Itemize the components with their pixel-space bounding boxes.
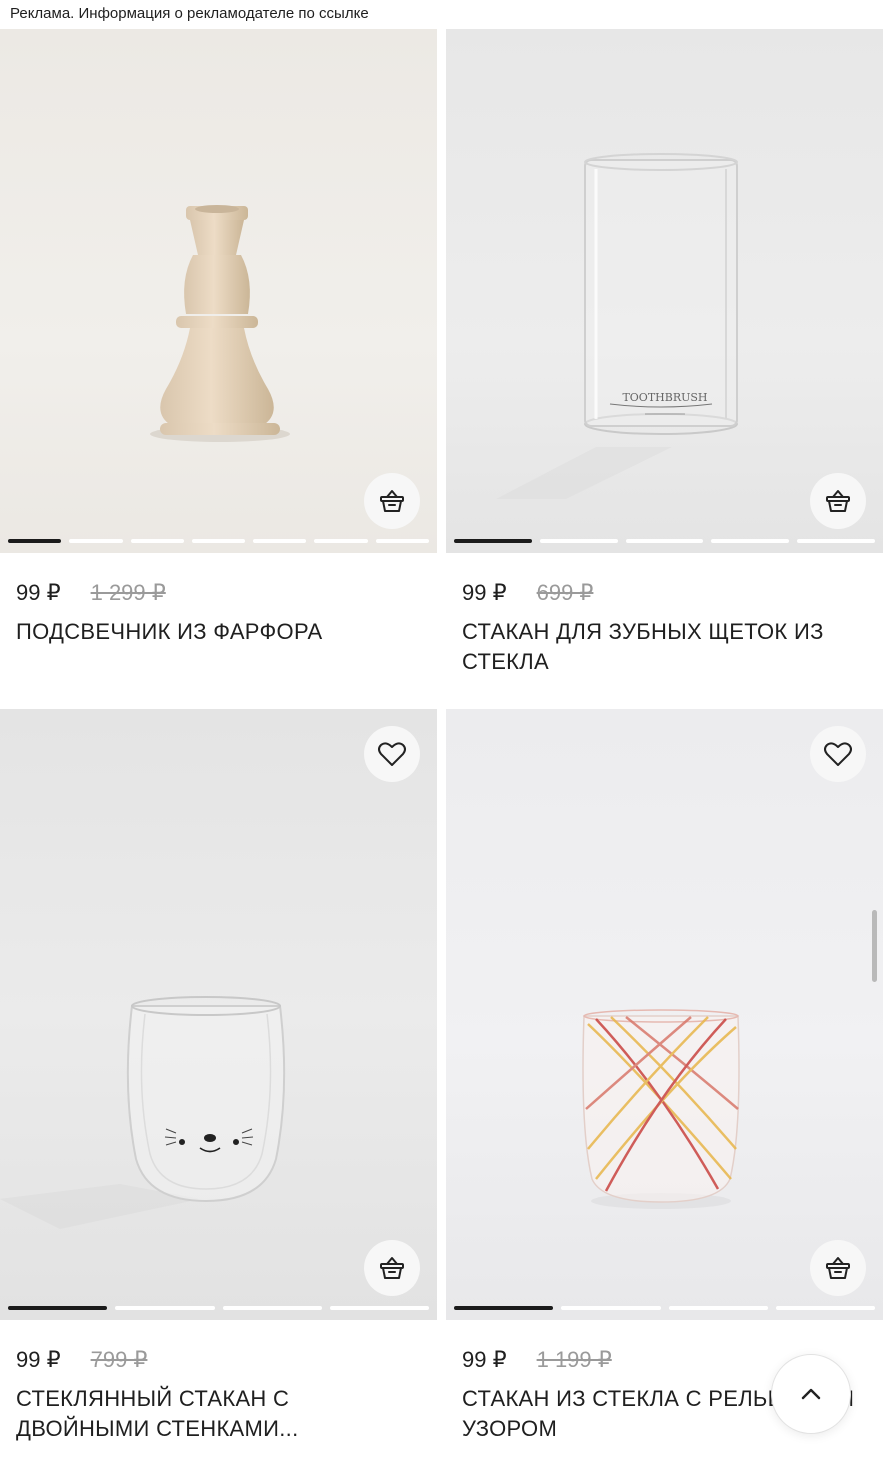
toothbrush-glass-image: TOOTHBRUSH [496, 153, 738, 499]
product-title[interactable]: СТЕКЛЯННЫЙ СТАКАН С ДВОЙНЫМИ СТЕНКАМИ... [0, 1384, 437, 1444]
product-image[interactable] [446, 709, 883, 1320]
product-title[interactable]: СТАКАН ДЛЯ ЗУБНЫХ ЩЕТОК ИЗ СТЕКЛА [446, 617, 883, 677]
product-card[interactable]: 99 ₽ 1 199 ₽ СТАКАН ИЗ СТЕКЛА С РЕЛЬЕФНЫ… [446, 709, 883, 1444]
gallery-dot[interactable] [454, 539, 532, 543]
scroll-to-top-button[interactable] [771, 1354, 851, 1434]
gallery-dot[interactable] [69, 539, 123, 543]
price-row: 99 ₽ 699 ₽ [446, 553, 883, 617]
price: 99 ₽ [16, 580, 61, 605]
gallery-indicator [8, 539, 429, 543]
gallery-dot[interactable] [314, 539, 368, 543]
price: 99 ₽ [16, 1347, 61, 1372]
old-price: 1 299 ₽ [90, 580, 166, 605]
old-price: 799 ₽ [90, 1347, 148, 1372]
product-card[interactable]: 99 ₽ 1 299 ₽ ПОДСВЕЧНИК ИЗ ФАРФОРА [0, 29, 437, 647]
gallery-indicator [8, 1306, 429, 1310]
ad-notice[interactable]: Реклама. Информация о рекламодателе по с… [0, 0, 883, 28]
basket-icon [826, 490, 850, 512]
gallery-dot[interactable] [8, 539, 62, 543]
add-to-cart-button[interactable] [810, 1240, 866, 1296]
add-to-cart-button[interactable] [810, 473, 866, 529]
heart-icon [824, 742, 852, 766]
price: 99 ₽ [462, 1347, 507, 1372]
favorite-button[interactable] [364, 726, 420, 782]
gallery-dot[interactable] [711, 539, 790, 543]
price-row: 99 ₽ 799 ₽ [0, 1320, 437, 1384]
add-to-cart-button[interactable] [364, 473, 420, 529]
gallery-dot[interactable] [253, 539, 307, 543]
price: 99 ₽ [462, 580, 507, 605]
basket-icon [826, 1257, 850, 1279]
product-card[interactable]: TOOTHBRUSH 99 ₽ 699 ₽ СТАКАН ДЛЯ ЗУБНЫХ … [446, 29, 883, 677]
gallery-dot[interactable] [329, 1306, 429, 1310]
gallery-dot[interactable] [668, 1306, 768, 1310]
gallery-dot[interactable] [191, 539, 246, 543]
favorite-button[interactable] [810, 726, 866, 782]
gallery-dot[interactable] [222, 1306, 322, 1310]
gallery-dot[interactable] [8, 1306, 108, 1310]
striped-glass-image [582, 1009, 740, 1209]
gallery-indicator [454, 1306, 875, 1310]
gallery-dot[interactable] [625, 539, 704, 543]
product-image[interactable] [0, 29, 437, 553]
product-title[interactable]: ПОДСВЕЧНИК ИЗ ФАРФОРА [0, 617, 437, 647]
gallery-dot[interactable] [454, 1306, 554, 1310]
product-card[interactable]: 99 ₽ 799 ₽ СТЕКЛЯННЫЙ СТАКАН С ДВОЙНЫМИ … [0, 709, 437, 1444]
product-image[interactable]: TOOTHBRUSH [446, 29, 883, 553]
old-price: 1 199 ₽ [536, 1347, 612, 1372]
gallery-dot[interactable] [539, 539, 618, 543]
gallery-dot[interactable] [775, 1306, 875, 1310]
add-to-cart-button[interactable] [364, 1240, 420, 1296]
product-image[interactable] [0, 709, 437, 1320]
double-wall-glass-image [0, 996, 286, 1229]
basket-icon [380, 1257, 404, 1279]
old-price: 699 ₽ [536, 580, 594, 605]
gallery-dot[interactable] [115, 1306, 215, 1310]
heart-icon [378, 742, 406, 766]
candlestick-image [150, 205, 290, 442]
gallery-indicator [454, 539, 875, 543]
chevron-up-icon [801, 1388, 821, 1400]
gallery-dot[interactable] [130, 539, 184, 543]
basket-icon [380, 490, 404, 512]
price-row: 99 ₽ 1 299 ₽ [0, 553, 437, 617]
scrollbar[interactable] [872, 910, 877, 982]
gallery-dot[interactable] [375, 539, 429, 543]
glass-print-text: TOOTHBRUSH [622, 391, 707, 404]
gallery-dot[interactable] [797, 539, 875, 543]
gallery-dot[interactable] [561, 1306, 661, 1310]
